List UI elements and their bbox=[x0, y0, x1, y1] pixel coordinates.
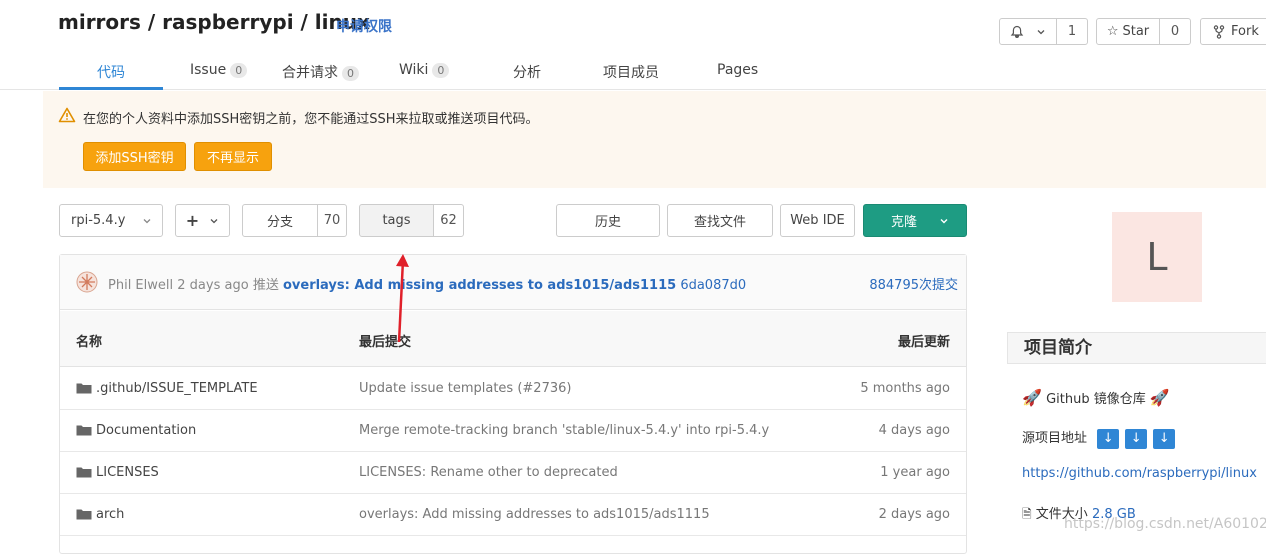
file-commit-date: 5 months ago bbox=[860, 381, 950, 396]
chevron-down-icon bbox=[210, 218, 218, 223]
warning-icon bbox=[58, 107, 76, 123]
add-menu-button[interactable]: + bbox=[175, 204, 230, 237]
file-commit-date: 1 year ago bbox=[880, 465, 950, 480]
find-file-button[interactable]: 查找文件 bbox=[667, 204, 773, 237]
chevron-down-icon bbox=[1037, 29, 1045, 34]
repo-tabs: 代码 Issue 0 合并请求 0 Wiki 0 分析 项目成员 Pages bbox=[0, 50, 1266, 90]
star-count[interactable]: 0 bbox=[1159, 18, 1191, 45]
source-label: 源项目地址 bbox=[1022, 431, 1088, 446]
bell-icon bbox=[1010, 25, 1024, 38]
folder-icon bbox=[76, 467, 92, 478]
commit-message-link[interactable]: overlays: Add missing addresses to ads10… bbox=[283, 278, 676, 293]
tab-analysis[interactable]: 分析 bbox=[513, 62, 541, 82]
tags-count[interactable]: 62 bbox=[433, 204, 464, 237]
table-row[interactable]: .github/ISSUE_TEMPLATE Update issue temp… bbox=[60, 368, 966, 410]
folder-icon bbox=[76, 425, 92, 436]
file-name[interactable]: LICENSES bbox=[96, 465, 159, 480]
author-avatar[interactable] bbox=[76, 271, 98, 293]
star-button[interactable]: ☆ Star bbox=[1096, 18, 1160, 45]
dont-show-again-button[interactable]: 不再显示 bbox=[194, 142, 272, 171]
watch-count[interactable]: 1 bbox=[1056, 18, 1088, 45]
tab-pages[interactable]: Pages bbox=[717, 62, 758, 78]
folder-icon bbox=[76, 383, 92, 394]
table-header: 名称 最后提交 最后更新 bbox=[60, 311, 966, 367]
tab-issue[interactable]: Issue 0 bbox=[190, 62, 248, 78]
file-name[interactable]: Documentation bbox=[96, 423, 196, 438]
github-mirror-text: Github 镜像仓库 bbox=[1046, 392, 1146, 407]
web-ide-button[interactable]: Web IDE bbox=[780, 204, 855, 237]
last-commit-bar: Phil Elwell 2 days ago 推送 overlays: Add … bbox=[60, 255, 966, 310]
file-name[interactable]: .github/ISSUE_TEMPLATE bbox=[96, 381, 258, 396]
commit-time: 2 days ago bbox=[177, 278, 249, 293]
add-ssh-key-button[interactable]: 添加SSH密钥 bbox=[83, 142, 186, 171]
annotation-arrow bbox=[396, 254, 409, 343]
star-icon: ☆ bbox=[1106, 24, 1119, 39]
branch-select-value: rpi-5.4.y bbox=[71, 213, 126, 228]
file-commit-message[interactable]: overlays: Add missing addresses to ads10… bbox=[359, 507, 710, 522]
project-avatar: L bbox=[1112, 212, 1202, 302]
plus-icon: + bbox=[185, 211, 200, 230]
chevron-down-icon bbox=[143, 218, 151, 223]
col-last-update: 最后更新 bbox=[897, 335, 950, 350]
ssh-warning-text: 在您的个人资料中添加SSH密钥之前，您不能通过SSH来拉取或推送项目代码。 bbox=[83, 112, 539, 127]
commit-action: 推送 bbox=[252, 278, 279, 293]
watermark: https://blog.csdn.net/A601023332 bbox=[1064, 516, 1266, 532]
col-name: 名称 bbox=[76, 335, 103, 350]
folder-icon bbox=[76, 509, 92, 520]
fork-icon bbox=[1213, 24, 1225, 39]
table-row[interactable]: Documentation Merge remote-tracking bran… bbox=[60, 410, 966, 452]
merge-count-badge: 0 bbox=[342, 66, 359, 81]
fork-button[interactable]: Fork bbox=[1200, 18, 1266, 45]
table-row[interactable]: arch overlays: Add missing addresses to … bbox=[60, 494, 966, 536]
commit-sha-link[interactable]: 6da087d0 bbox=[680, 278, 746, 293]
clone-label: 克隆 bbox=[890, 215, 917, 230]
repo-path[interactable]: mirrors / raspberrypi / linux bbox=[58, 10, 370, 34]
branches-button[interactable]: 分支 bbox=[242, 204, 318, 237]
active-tab-indicator bbox=[59, 87, 163, 90]
github-mirror-line: 🚀 Github 镜像仓库 🚀 bbox=[1022, 388, 1170, 407]
tab-code[interactable]: 代码 bbox=[97, 62, 125, 82]
file-icon: 🗎 bbox=[1022, 507, 1032, 521]
tab-members[interactable]: 项目成员 bbox=[603, 62, 659, 82]
clone-button[interactable]: 克隆 bbox=[863, 204, 967, 237]
down-arrow-icon: ↓ bbox=[1097, 428, 1120, 449]
source-url-link[interactable]: https://github.com/raspberrypi/linux bbox=[1022, 466, 1257, 481]
tags-button[interactable]: tags bbox=[359, 204, 434, 237]
ssh-warning-banner bbox=[43, 91, 1266, 188]
watch-button[interactable] bbox=[999, 18, 1057, 45]
star-label: Star bbox=[1122, 24, 1150, 39]
issue-count-badge: 0 bbox=[230, 63, 248, 78]
apply-permission-link[interactable]: 申请权限 bbox=[336, 16, 392, 36]
commit-author[interactable]: Phil Elwell bbox=[108, 278, 173, 293]
file-commit-date: 2 days ago bbox=[878, 507, 950, 522]
project-intro-title: 项目简介 bbox=[1007, 332, 1266, 364]
branch-select[interactable]: rpi-5.4.y bbox=[59, 204, 163, 237]
file-commit-message[interactable]: Merge remote-tracking branch 'stable/lin… bbox=[359, 423, 769, 438]
commits-count-link[interactable]: 884795次提交 bbox=[869, 274, 958, 293]
table-row[interactable]: LICENSES LICENSES: Rename other to depre… bbox=[60, 452, 966, 494]
tab-merge-requests[interactable]: 合并请求 0 bbox=[282, 62, 359, 82]
tab-wiki[interactable]: Wiki 0 bbox=[399, 62, 450, 78]
fork-label: Fork bbox=[1231, 24, 1259, 39]
branches-count[interactable]: 70 bbox=[317, 204, 347, 237]
down-arrow-icon: ↓ bbox=[1125, 428, 1148, 449]
file-commit-message[interactable]: LICENSES: Rename other to deprecated bbox=[359, 465, 618, 480]
wiki-count-badge: 0 bbox=[432, 63, 450, 78]
rocket-icon: 🚀 bbox=[1022, 388, 1042, 407]
down-arrow-icon: ↓ bbox=[1153, 428, 1176, 449]
rocket-icon: 🚀 bbox=[1149, 388, 1170, 407]
file-commit-message[interactable]: Update issue templates (#2736) bbox=[359, 381, 571, 396]
history-button[interactable]: 历史 bbox=[556, 204, 660, 237]
file-commit-date: 4 days ago bbox=[878, 423, 950, 438]
chevron-down-icon bbox=[940, 218, 948, 223]
file-name[interactable]: arch bbox=[96, 507, 124, 522]
source-line: 源项目地址 ↓ ↓ ↓ bbox=[1022, 427, 1181, 449]
